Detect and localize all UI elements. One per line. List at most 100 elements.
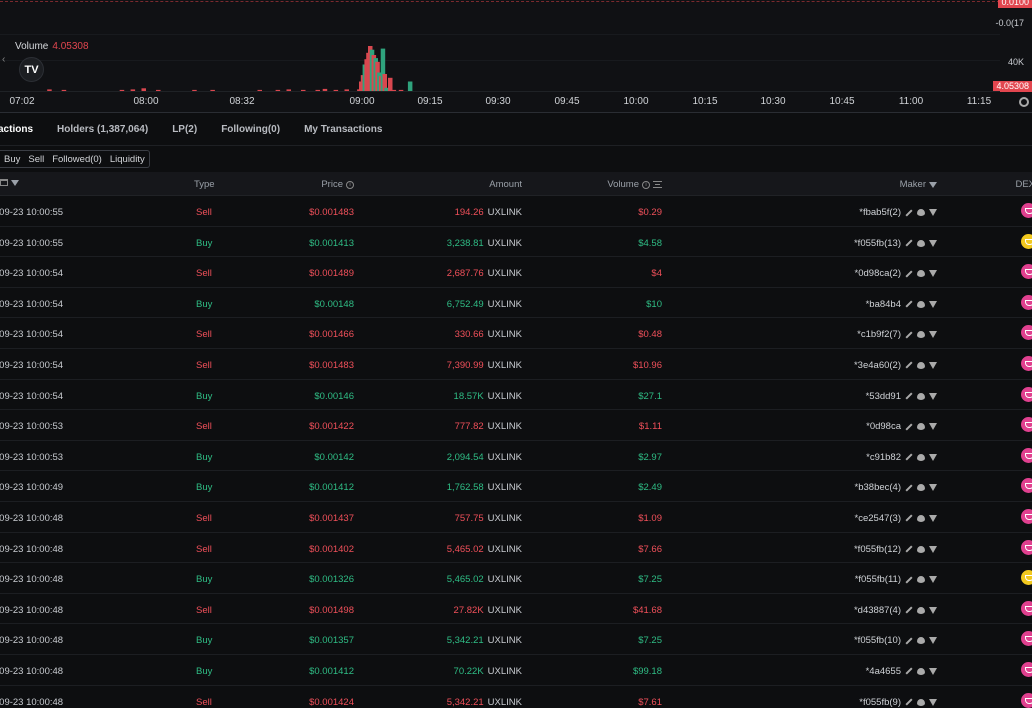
heart-icon[interactable] — [917, 637, 925, 645]
chevron-left-icon[interactable]: ‹ — [2, 54, 5, 65]
maker-address[interactable]: *d43887(4) — [854, 605, 901, 616]
heart-icon[interactable] — [917, 209, 925, 216]
price-chart[interactable]: 0.0100 -0.0(17 40K 4.05308 Volume 4.05308… — [0, 0, 1032, 112]
edit-icon[interactable] — [905, 270, 913, 278]
filter-liquidity[interactable]: Liquidity — [106, 154, 149, 165]
table-row[interactable]: -09-23 10:00:53 Sell $0.001422 777.82 UXLINK… — [0, 410, 1032, 441]
table-row[interactable]: -09-23 10:00:48 Buy $0.001357 5,342.21 UXLIN… — [0, 624, 1032, 655]
filter-icon[interactable] — [929, 698, 937, 706]
edit-icon[interactable] — [905, 606, 913, 614]
table-row[interactable]: -09-23 10:00:48 Sell $0.001402 5,465.02 UXLI… — [0, 533, 1032, 564]
maker-address[interactable]: *3e4a60(2) — [854, 360, 901, 371]
maker-address[interactable]: *f055fb(9) — [859, 697, 901, 708]
edit-icon[interactable] — [905, 239, 913, 247]
maker-address[interactable]: *b38bec(4) — [855, 482, 901, 493]
edit-icon[interactable] — [905, 514, 913, 522]
table-row[interactable]: -09-23 10:00:54 Buy $0.00148 6,752.49 UXLINK… — [0, 288, 1032, 319]
filter-icon[interactable] — [929, 300, 937, 308]
filter-icon[interactable] — [929, 239, 937, 247]
tx-maker[interactable]: *f055fb(9) — [859, 697, 937, 708]
heart-icon[interactable] — [917, 331, 925, 339]
filter-buy[interactable]: Buy — [0, 154, 24, 165]
dex-logo-icon[interactable] — [1021, 508, 1032, 524]
dex-logo-icon[interactable] — [1021, 570, 1032, 586]
heart-icon[interactable] — [917, 270, 925, 278]
dex-logo-icon[interactable] — [1021, 417, 1032, 433]
edit-icon[interactable] — [905, 300, 913, 308]
filter-icon[interactable] — [929, 392, 937, 400]
tx-maker[interactable]: *fbab5f(2) — [859, 207, 937, 218]
dex-logo-icon[interactable] — [1021, 661, 1032, 677]
tx-maker[interactable]: *ba84b4 — [866, 299, 937, 310]
edit-icon[interactable] — [905, 545, 913, 553]
edit-icon[interactable] — [905, 208, 913, 217]
heart-icon[interactable] — [917, 300, 925, 308]
dex-logo-icon[interactable] — [1021, 600, 1032, 616]
filter-icon[interactable] — [929, 667, 937, 675]
tx-maker[interactable]: *f055fb(11) — [855, 574, 937, 585]
filter-icon[interactable] — [929, 576, 937, 584]
tab-actions[interactable]: actions — [0, 124, 33, 135]
gear-icon[interactable] — [1019, 97, 1029, 107]
edit-icon[interactable] — [905, 453, 913, 461]
info-icon[interactable]: i — [642, 180, 650, 189]
heart-icon[interactable] — [917, 361, 925, 369]
tx-maker[interactable]: *d43887(4) — [854, 605, 937, 616]
maker-address[interactable]: *c91b82 — [866, 452, 901, 463]
maker-address[interactable]: *4a4655 — [866, 666, 901, 677]
table-row[interactable]: -09-23 10:00:53 Buy $0.00142 2,094.54 UXLINK… — [0, 441, 1032, 472]
edit-icon[interactable] — [905, 423, 913, 431]
table-row[interactable]: -09-23 10:00:48 Sell $0.001498 27.82K UXLINK… — [0, 594, 1032, 625]
tx-maker[interactable]: *53dd91 — [866, 391, 937, 402]
date-header[interactable] — [0, 179, 19, 186]
dex-logo-icon[interactable] — [1021, 692, 1032, 708]
sort-icon[interactable] — [653, 181, 662, 188]
maker-address[interactable]: *0d98ca(2) — [855, 268, 901, 279]
dex-logo-icon[interactable] — [1021, 264, 1032, 280]
maker-address[interactable]: *fbab5f(2) — [859, 207, 901, 218]
maker-address[interactable]: *c1b9f2(7) — [857, 329, 901, 340]
maker-address[interactable]: *f055fb(13) — [854, 238, 901, 249]
maker-address[interactable]: *ba84b4 — [866, 299, 901, 310]
filter-icon[interactable] — [929, 484, 937, 492]
filter-icon[interactable] — [929, 453, 937, 461]
table-row[interactable]: -09-23 10:00:55 Sell $0.001483 194.26 UXLINK… — [0, 196, 1032, 227]
edit-icon[interactable] — [905, 392, 913, 400]
heart-icon[interactable] — [917, 239, 925, 247]
filter-icon[interactable] — [11, 179, 19, 186]
tx-maker[interactable]: *c1b9f2(7) — [857, 329, 937, 340]
filter-icon[interactable] — [929, 181, 937, 188]
dex-logo-icon[interactable] — [1021, 203, 1032, 218]
tradingview-logo[interactable]: TV — [19, 57, 44, 82]
tx-maker[interactable]: *c91b82 — [866, 452, 937, 463]
tab-following-0[interactable]: Following(0) — [221, 124, 280, 135]
dex-logo-icon[interactable] — [1021, 631, 1032, 647]
dex-logo-icon[interactable] — [1021, 386, 1032, 402]
maker-address[interactable]: *f055fb(10) — [854, 635, 901, 646]
maker-address[interactable]: *53dd91 — [866, 391, 901, 402]
edit-icon[interactable] — [905, 361, 913, 370]
tx-maker[interactable]: *0d98ca(2) — [855, 268, 937, 279]
table-row[interactable]: -09-23 10:00:54 Sell $0.001483 7,390.99 UXLI… — [0, 349, 1032, 380]
heart-icon[interactable] — [917, 453, 925, 461]
tab-my-transactions[interactable]: My Transactions — [304, 124, 382, 135]
dex-logo-icon[interactable] — [1021, 447, 1032, 463]
tx-maker[interactable]: *0d98ca — [866, 421, 937, 432]
dex-logo-icon[interactable] — [1021, 478, 1032, 494]
table-row[interactable]: -09-23 10:00:48 Buy $0.001326 5,465.02 UXLIN… — [0, 563, 1032, 594]
tx-maker[interactable]: *ce2547(3) — [855, 513, 937, 524]
maker-address[interactable]: *f055fb(12) — [854, 544, 901, 555]
filter-icon[interactable] — [929, 331, 937, 339]
tx-maker[interactable]: *f055fb(10) — [854, 635, 937, 646]
edit-icon[interactable] — [905, 576, 913, 584]
table-row[interactable]: -09-23 10:00:48 Buy $0.001412 70.22K UXLINK $… — [0, 655, 1032, 686]
table-row[interactable]: -09-23 10:00:48 Sell $0.001437 757.75 UXLINK… — [0, 502, 1032, 533]
filter-icon[interactable] — [929, 209, 937, 216]
edit-icon[interactable] — [905, 698, 913, 706]
filter-icon[interactable] — [929, 514, 937, 522]
dex-logo-icon[interactable] — [1021, 539, 1032, 555]
filter-icon[interactable] — [929, 637, 937, 645]
edit-icon[interactable] — [905, 331, 913, 339]
filter-icon[interactable] — [929, 270, 937, 278]
heart-icon[interactable] — [917, 514, 925, 522]
